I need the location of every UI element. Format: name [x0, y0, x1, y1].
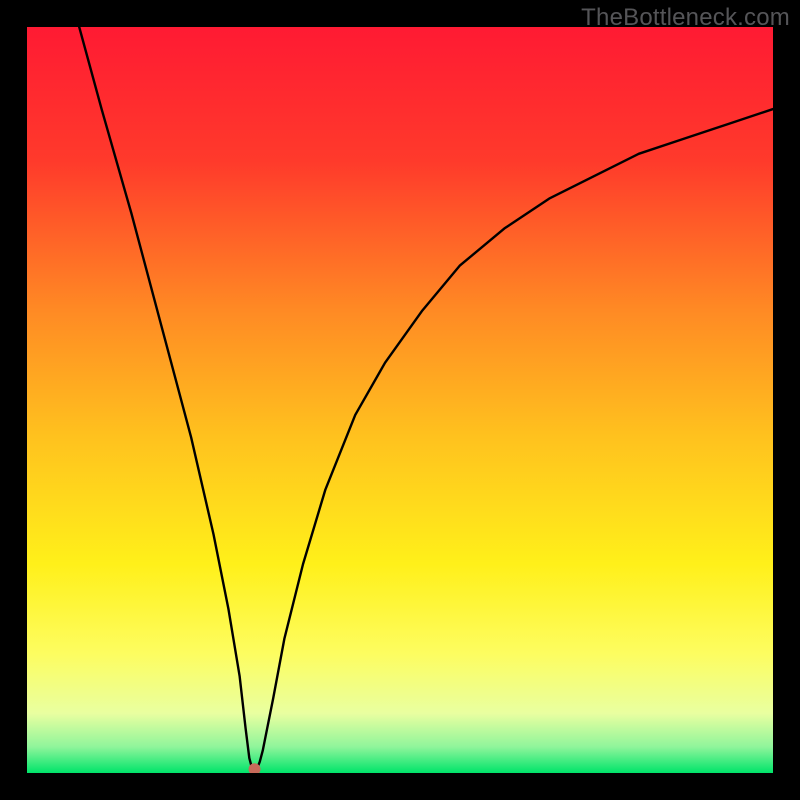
watermark-text: TheBottleneck.com [581, 4, 790, 32]
chart-background [27, 27, 773, 773]
chart-frame [27, 27, 773, 773]
bottleneck-chart [27, 27, 773, 773]
